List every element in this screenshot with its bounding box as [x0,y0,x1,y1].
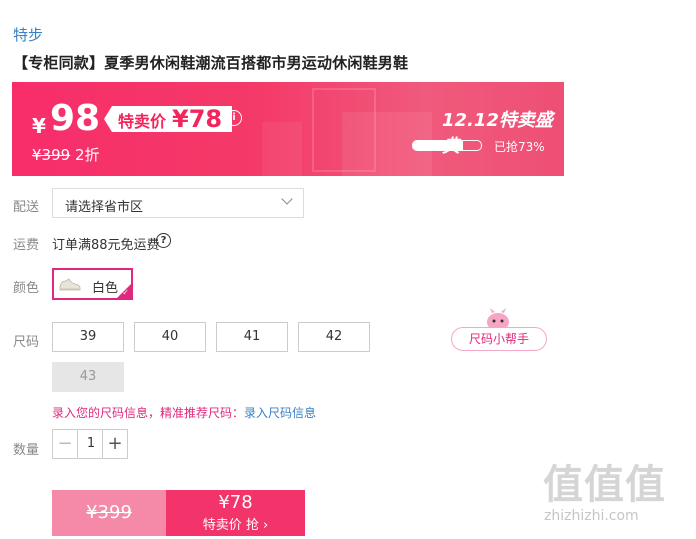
watermark-logo: 值值值 [543,462,666,508]
current-price: 98 [50,98,101,139]
delivery-label: 配送 [13,200,40,215]
info-icon[interactable]: i [226,110,242,126]
help-icon[interactable]: ? [156,233,171,248]
buy-sale-action: 特卖价 抢 › [202,518,269,533]
grabbed-text: 已抢73% [494,140,545,154]
buy-original-price-button[interactable]: ¥399 [52,490,166,536]
quantity-input[interactable]: 1 [78,430,104,458]
region-select[interactable]: 请选择省市区 [52,188,304,218]
chevron-down-icon [281,193,293,205]
check-icon: ✓ [122,288,129,297]
product-title: 【专柜同款】夏季男休闲鞋潮流百搭都市男运动休闲鞋男鞋 [13,54,409,72]
progress-fill [413,141,463,150]
size-label: 尺码 [13,335,40,350]
color-option-label: 白色 [92,281,119,296]
size-option[interactable]: 39 [52,322,124,352]
color-label: 颜色 [13,281,40,296]
quantity-stepper: − 1 + [52,429,128,459]
sale-price: ¥78 [172,105,223,133]
color-option-white[interactable]: 白色 ✓ [52,268,133,300]
buy-original-price: ¥399 [86,502,132,523]
size-info: 录入您的尺码信息，精准推荐尺码：录入尺码信息 [52,404,316,421]
size-info-text: 录入您的尺码信息，精准推荐尺码： [52,406,245,420]
size-helper-button[interactable]: 尺码小帮手 [451,327,547,351]
discount: 2折 [74,146,100,164]
sale-label: 特卖价 [118,112,167,131]
brand-link[interactable]: 特步 [13,24,43,45]
size-info-link[interactable]: 录入尺码信息 [244,406,316,420]
banner-decoration [262,122,302,176]
minus-button[interactable]: − [53,430,78,458]
price-banner: ¥ 98 特卖价¥78 i ¥399 2折 12.12特卖盛典 已抢73% [12,82,564,176]
original-price-value: ¥399 [32,146,71,164]
size-option[interactable]: 40 [134,322,206,352]
quantity-label: 数量 [13,443,40,458]
buy-sale-price-button[interactable]: ¥78 特卖价 抢 › [166,490,305,536]
buy-sale-price: ¥78 [218,492,253,513]
original-price: ¥399 2折 [32,144,100,165]
sold-progress-bar [412,140,482,151]
region-select-value: 请选择省市区 [65,200,144,215]
sale-price-tag: 特卖价 ¥78 [104,105,233,133]
size-option-disabled: 43 [52,362,124,392]
watermark-site: zhizhizhi.com [544,508,639,524]
plus-button[interactable]: + [102,430,127,458]
freight-text: 订单满88元免运费 [52,238,160,253]
size-option[interactable]: 42 [298,322,370,352]
freight-label: 运费 [13,238,40,253]
currency-symbol: ¥ [32,114,46,138]
size-option[interactable]: 41 [216,322,288,352]
shoe-thumbnail-icon [59,278,81,291]
